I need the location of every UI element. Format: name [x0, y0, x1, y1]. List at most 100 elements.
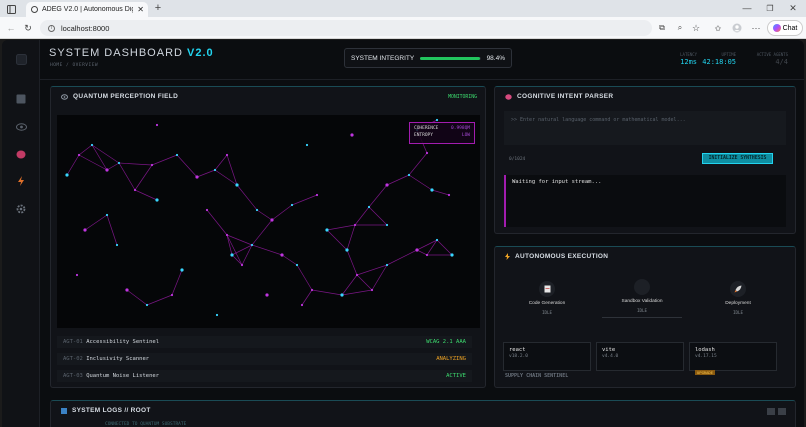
- back-icon[interactable]: ←: [5, 22, 17, 34]
- url-text: localhost:8000: [61, 23, 110, 33]
- site-info-icon[interactable]: i: [48, 24, 55, 32]
- network-node: [115, 243, 119, 247]
- network-link: [346, 224, 356, 251]
- lightning-icon[interactable]: [15, 175, 27, 187]
- zoom-icon[interactable]: ⌕: [674, 22, 686, 34]
- maximize-icon[interactable]: ❐: [765, 3, 775, 13]
- uptime-label: UPTIME: [721, 52, 736, 57]
- logo-icon[interactable]: [15, 53, 27, 65]
- stage-status: IDLE: [732, 310, 744, 315]
- network-node: [75, 273, 79, 277]
- network-node: [83, 228, 87, 232]
- copilot-chat-button[interactable]: Chat: [767, 20, 803, 36]
- network-link: [231, 254, 243, 266]
- network-link: [371, 264, 388, 291]
- stage-progress-line: [602, 317, 682, 318]
- network-link: [408, 174, 433, 191]
- rocket-icon: [730, 281, 746, 297]
- initialize-synthesis-button[interactable]: INITIALIZE SYNTHESIS: [702, 153, 773, 164]
- eye-icon[interactable]: [15, 121, 27, 133]
- close-window-icon[interactable]: ✕: [788, 3, 798, 13]
- favorite-star-icon[interactable]: ☆: [690, 22, 702, 34]
- stage-deployment: Deployment IDLE: [713, 281, 763, 315]
- browser-tab[interactable]: ADEG V2.0 | Autonomous Digital ✕: [26, 2, 148, 17]
- intent-title: COGNITIVE INTENT PARSER: [505, 93, 613, 100]
- package-card-react[interactable]: react v18.2.0: [503, 342, 591, 371]
- agent-status: WCAG 2.1 AAA: [426, 339, 466, 345]
- address-bar[interactable]: i localhost:8000: [40, 20, 652, 36]
- minimize-icon[interactable]: —: [742, 3, 752, 13]
- chat-label: Chat: [782, 24, 798, 32]
- profile-icon[interactable]: [731, 22, 743, 34]
- command-placeholder: >> Enter natural language command or mat…: [511, 117, 686, 123]
- agent-name: Inclusivity Scanner: [86, 356, 150, 362]
- tab-title: ADEG V2.0 | Autonomous Digital: [42, 6, 133, 13]
- network-link: [386, 174, 410, 186]
- network-link: [206, 209, 228, 236]
- perception-title: QUANTUM PERCEPTION FIELD: [61, 93, 178, 100]
- network-link: [356, 274, 373, 291]
- network-link: [118, 162, 153, 166]
- coherence-label: COHERENCE: [414, 126, 439, 131]
- command-input[interactable]: >> Enter natural language command or mat…: [504, 111, 786, 145]
- particle-network: [65, 118, 454, 317]
- network-node: [385, 263, 389, 267]
- network-link: [341, 289, 373, 296]
- stage-status: IDLE: [541, 310, 553, 315]
- coherence-value: 0.998QM: [451, 126, 470, 131]
- integrity-value: 98.4%: [486, 54, 505, 62]
- close-tab-icon[interactable]: ✕: [137, 5, 148, 14]
- logs-title: SYSTEM LOGS // ROOT: [61, 407, 151, 414]
- tab-actions-icon[interactable]: [6, 4, 16, 14]
- network-node: [170, 293, 174, 297]
- dashboard-app: SYSTEM DASHBOARD V2.0 HOME / OVERVIEW SY…: [2, 40, 804, 427]
- network-node: [415, 248, 419, 252]
- network-node: [315, 193, 319, 197]
- network-link: [126, 289, 148, 306]
- network-node: [355, 273, 359, 277]
- network-node: [345, 248, 349, 252]
- network-link: [118, 162, 136, 191]
- network-node: [195, 175, 199, 179]
- network-node: [367, 205, 371, 209]
- network-link: [151, 154, 178, 166]
- globe-icon: [31, 6, 38, 13]
- network-link: [91, 144, 120, 164]
- network-link: [296, 264, 313, 291]
- agent-status: ANALYZING: [436, 356, 466, 362]
- agent-id: AGT-01: [63, 339, 83, 345]
- network-node: [105, 168, 109, 172]
- latency-label: LATENCY: [680, 52, 697, 57]
- logs-panel: SYSTEM LOGS // ROOT CONNECTED TO QUANTUM…: [50, 400, 796, 427]
- network-node: [353, 223, 357, 227]
- network-link: [214, 154, 228, 171]
- network-link: [301, 289, 313, 306]
- reload-icon[interactable]: ↻: [22, 22, 34, 34]
- brain-icon[interactable]: [15, 148, 27, 160]
- app-available-icon[interactable]: ⧉: [656, 22, 668, 34]
- new-tab-button[interactable]: +: [152, 2, 164, 14]
- network-node: [155, 123, 159, 127]
- network-node: [305, 143, 309, 147]
- monitoring-status: MONITORING: [448, 95, 477, 100]
- gear-icon[interactable]: [15, 203, 27, 215]
- network-node: [340, 293, 344, 297]
- network-node: [350, 133, 354, 137]
- network-node: [370, 288, 374, 292]
- stage-label: Code Generation: [528, 301, 566, 306]
- package-card-vite[interactable]: vite v4.4.0: [596, 342, 684, 371]
- network-node: [230, 253, 234, 257]
- network-link: [326, 229, 348, 251]
- browser-tab-bar: ADEG V2.0 | Autonomous Digital ✕ + — ❐ ✕: [0, 0, 806, 17]
- network-link: [171, 269, 183, 296]
- package-card-lodash[interactable]: lodash v4.17.15 UPGRADE: [689, 342, 777, 375]
- settings-more-icon[interactable]: ···: [750, 22, 762, 34]
- log-control-icon[interactable]: [767, 408, 775, 415]
- favorites-icon[interactable]: ✩: [712, 22, 724, 34]
- network-node: [280, 253, 284, 257]
- dashboard-icon[interactable]: [15, 93, 27, 105]
- network-link: [326, 224, 356, 231]
- package-name: lodash: [695, 347, 715, 353]
- execution-title-text: AUTONOMOUS EXECUTION: [515, 253, 609, 260]
- log-control-icon[interactable]: [778, 408, 786, 415]
